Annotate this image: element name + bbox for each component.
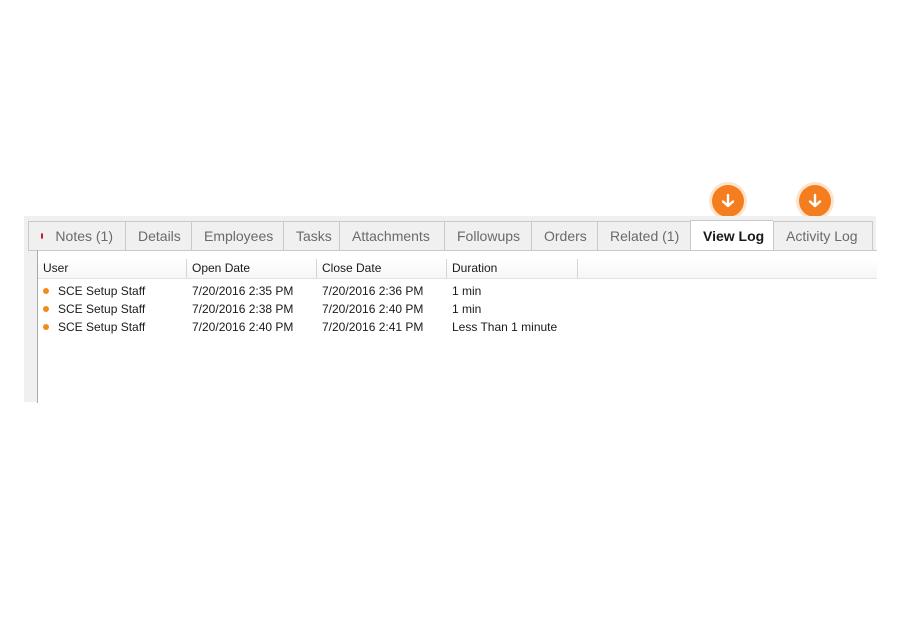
- callout-view-log: [712, 185, 744, 217]
- status-dot-icon: [43, 306, 49, 312]
- column-header-duration[interactable]: Duration: [447, 259, 578, 278]
- user-cell: SCE Setup Staff: [38, 318, 187, 336]
- tab-employees[interactable]: Employees: [191, 221, 283, 251]
- tab-label: View Log: [703, 228, 765, 244]
- open-date-cell: 7/20/2016 2:38 PM: [192, 302, 294, 316]
- callout-activity-log: [799, 185, 831, 217]
- column-header-filler: [578, 259, 877, 278]
- tab-label: Notes (1): [55, 228, 113, 244]
- tab-label: Followups: [457, 228, 521, 244]
- user-cell: SCE Setup Staff: [38, 282, 187, 300]
- user-name: SCE Setup Staff: [58, 302, 146, 316]
- tab-label: Attachments: [352, 228, 430, 244]
- status-dot-icon: [43, 324, 49, 330]
- duration-cell: Less Than 1 minute: [452, 320, 558, 334]
- tab-activity-log[interactable]: Activity Log: [773, 221, 873, 251]
- duration-cell: 1 min: [452, 284, 482, 298]
- table-row[interactable]: SCE Setup Staff 7/20/2016 2:38 PM 7/20/2…: [38, 300, 877, 318]
- table-row[interactable]: SCE Setup Staff 7/20/2016 2:35 PM 7/20/2…: [38, 282, 877, 300]
- tab-label: Employees: [204, 228, 274, 244]
- unread-indicator-dot: [41, 233, 44, 239]
- arrow-down-icon: [721, 193, 735, 208]
- open-date-cell: 7/20/2016 2:40 PM: [192, 320, 294, 334]
- duration-cell: 1 min: [452, 302, 482, 316]
- status-dot-icon: [43, 288, 49, 294]
- open-date-cell: 7/20/2016 2:35 PM: [192, 284, 294, 298]
- tab-label: Orders: [544, 228, 587, 244]
- user-name: SCE Setup Staff: [58, 284, 146, 298]
- tab-label: Tasks: [296, 228, 332, 244]
- table-row[interactable]: SCE Setup Staff 7/20/2016 2:40 PM 7/20/2…: [38, 318, 877, 336]
- tab-followups[interactable]: Followups: [444, 221, 531, 251]
- tab-tasks[interactable]: Tasks: [283, 221, 339, 251]
- close-date-cell: 7/20/2016 2:40 PM: [322, 302, 424, 316]
- arrow-down-icon: [808, 193, 822, 208]
- tab-orders[interactable]: Orders: [531, 221, 597, 251]
- close-date-cell: 7/20/2016 2:36 PM: [322, 284, 424, 298]
- user-cell: SCE Setup Staff: [38, 300, 187, 318]
- tab-notes[interactable]: Notes (1): [28, 221, 125, 251]
- tab-view-log[interactable]: View Log: [690, 220, 773, 251]
- tab-label: Related (1): [610, 228, 680, 244]
- tab-label: Activity Log: [786, 228, 858, 244]
- column-header-close-date[interactable]: Close Date: [317, 259, 447, 278]
- record-panel: Notes (1) Details Employees Tasks Attach…: [24, 216, 877, 403]
- view-log-content: User Open Date Close Date Duration SCE S…: [37, 250, 877, 403]
- column-header-open-date[interactable]: Open Date: [187, 259, 317, 278]
- tab-related[interactable]: Related (1): [597, 221, 690, 251]
- log-table-body: SCE Setup Staff 7/20/2016 2:35 PM 7/20/2…: [38, 282, 877, 336]
- tab-details[interactable]: Details: [125, 221, 191, 251]
- column-header-user[interactable]: User: [38, 259, 187, 278]
- tab-attachments[interactable]: Attachments: [339, 221, 444, 251]
- tab-label: Details: [138, 228, 181, 244]
- tab-strip: Notes (1) Details Employees Tasks Attach…: [28, 220, 873, 251]
- log-table-header: User Open Date Close Date Duration: [38, 259, 877, 279]
- screenshot-stage: Notes (1) Details Employees Tasks Attach…: [0, 0, 900, 620]
- user-name: SCE Setup Staff: [58, 320, 146, 334]
- close-date-cell: 7/20/2016 2:41 PM: [322, 320, 424, 334]
